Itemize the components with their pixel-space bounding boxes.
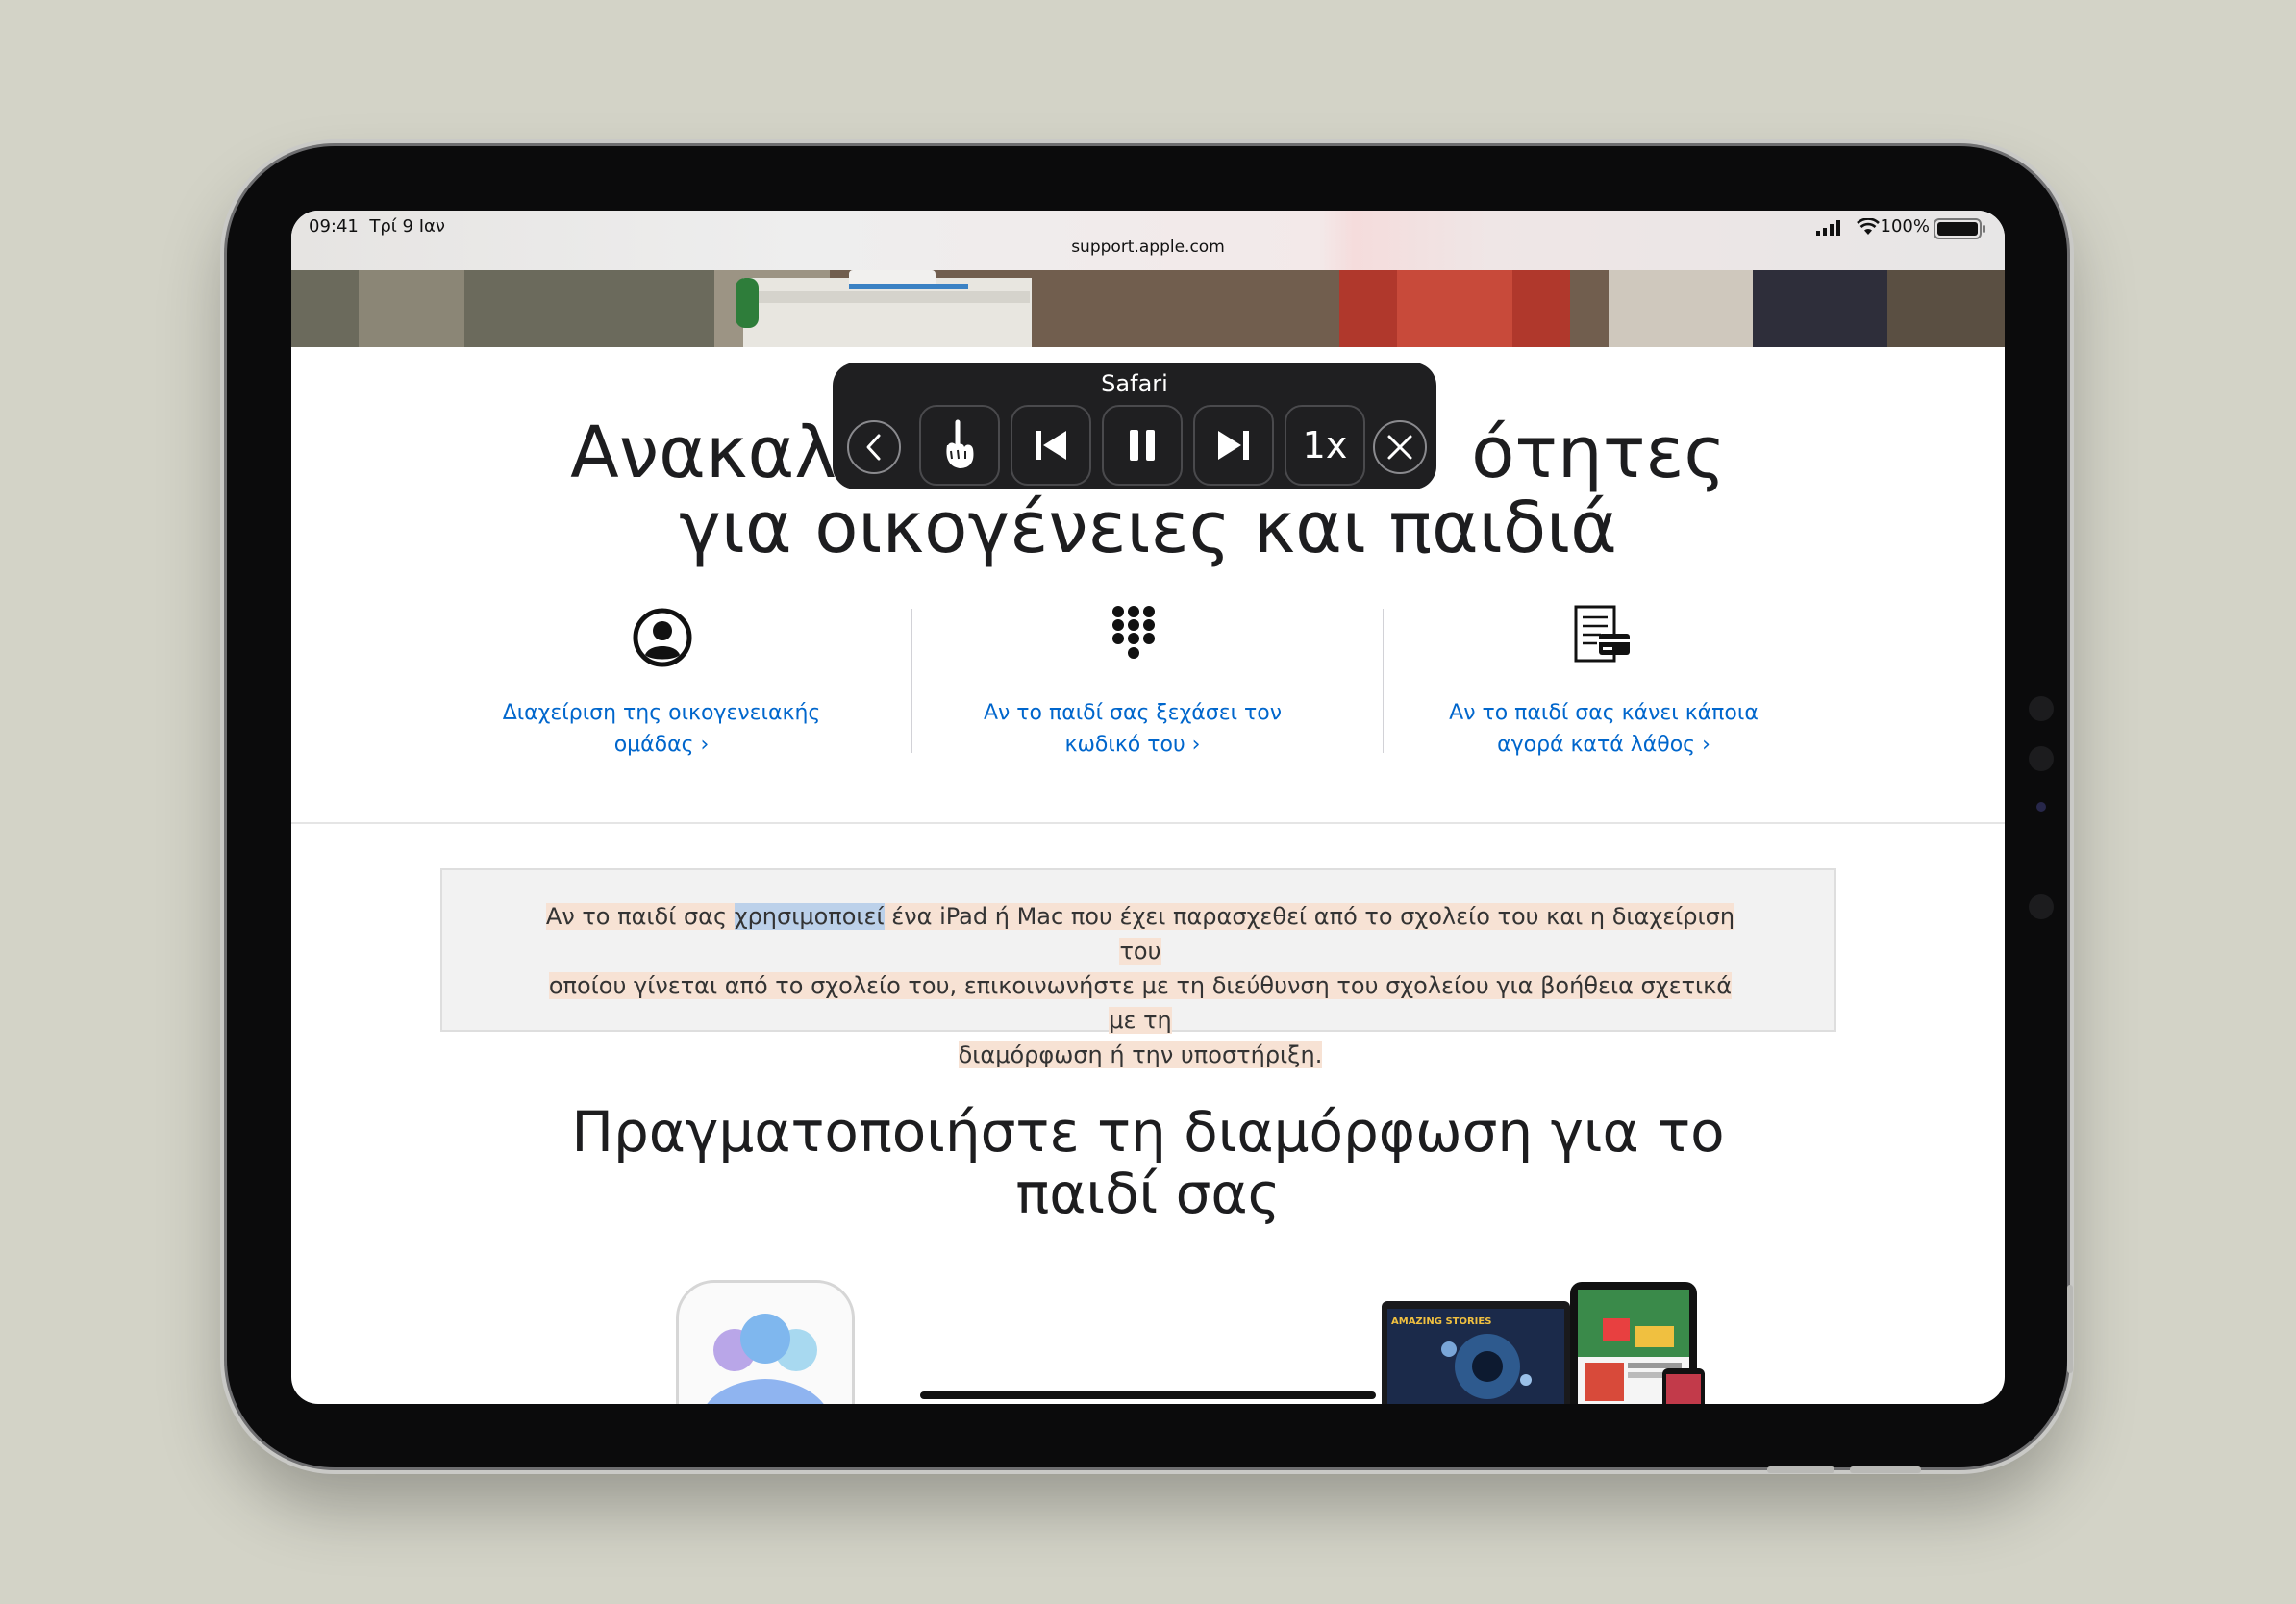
speed-button[interactable]: 1x bbox=[1285, 405, 1365, 486]
top-button bbox=[1850, 1466, 1921, 1473]
card-divider bbox=[911, 609, 912, 753]
home-indicator[interactable] bbox=[920, 1391, 1376, 1399]
keypad-icon bbox=[1112, 606, 1155, 659]
camera-lens bbox=[2036, 802, 2046, 812]
family-app-icon bbox=[676, 1280, 855, 1404]
side-button bbox=[2067, 1285, 2073, 1373]
link-family-group[interactable]: Διαχείριση της οικογενειακής ομάδας › bbox=[426, 697, 897, 761]
hero-image bbox=[291, 270, 2005, 347]
link-accidental-purchase[interactable]: Αν το παιδί σας κάνει κάποια αγορά κατά λ… bbox=[1368, 697, 1839, 761]
devices-image: AMAZING STORIES bbox=[1382, 1280, 1709, 1404]
screen: 09:41 Τρί 9 Ιαν 100% support.apple.com Α… bbox=[291, 211, 2005, 1404]
wifi-icon bbox=[1857, 218, 1880, 235]
close-button[interactable] bbox=[1373, 420, 1427, 474]
section-divider bbox=[291, 822, 2005, 824]
battery-percentage: 100% bbox=[1880, 216, 1930, 237]
card-divider bbox=[1383, 609, 1384, 753]
pause-button[interactable] bbox=[1102, 405, 1183, 486]
sensor bbox=[2029, 696, 2054, 721]
skip-back-button[interactable] bbox=[1011, 405, 1091, 486]
speak-controller-title: Safari bbox=[1101, 370, 1168, 397]
link-forgot-passcode[interactable]: Αν το παιδί σας ξεχάσει τον κωδικό του › bbox=[897, 697, 1368, 761]
collapse-button[interactable] bbox=[847, 420, 901, 474]
devices-image-caption: AMAZING STORIES bbox=[1391, 1316, 1492, 1327]
section-heading: Πραγματοποιήστε τη διαμόρφωση για το παιδ… bbox=[571, 1099, 1725, 1226]
battery-icon bbox=[1934, 218, 1985, 239]
address-bar-url[interactable]: support.apple.com bbox=[291, 238, 2005, 257]
status-time: 09:41 Τρί 9 Ιαν bbox=[309, 216, 445, 237]
skip-back-icon bbox=[1036, 431, 1066, 460]
pause-icon bbox=[1130, 430, 1155, 461]
devices-illustration bbox=[1382, 1282, 1705, 1404]
skip-forward-icon bbox=[1218, 431, 1249, 460]
top-button bbox=[1767, 1466, 1834, 1473]
card-forgot-passcode: Αν το παιδί σας ξεχάσει τον κωδικό του › bbox=[897, 605, 1368, 757]
chevron-left-icon bbox=[866, 434, 881, 461]
skip-forward-button[interactable] bbox=[1193, 405, 1274, 486]
spoken-sentence: Αν το παιδί σας χρησιμοποιεί ένα iPad ή … bbox=[545, 903, 1735, 1068]
close-icon bbox=[1387, 435, 1412, 460]
card-icon-wrap bbox=[1368, 605, 1839, 672]
speak-controller: Safari 1x bbox=[833, 363, 1436, 489]
card-icon-wrap bbox=[426, 605, 897, 672]
status-bar: 09:41 Τρί 9 Ιαν 100% support.apple.com bbox=[291, 211, 2005, 270]
card-icon-wrap bbox=[897, 605, 1368, 672]
speak-under-finger-button[interactable] bbox=[919, 405, 1000, 486]
school-device-note: Αν το παιδί σας χρησιμοποιεί ένα iPad ή … bbox=[440, 868, 1836, 1068]
person-circle-icon bbox=[633, 608, 692, 667]
camera bbox=[2029, 746, 2054, 771]
family-people-icon bbox=[707, 1314, 824, 1404]
hand-pointing-icon bbox=[946, 419, 974, 468]
note-text: Αν το παιδί σας χρησιμοποιεί ένα iPad ή … bbox=[537, 899, 1744, 1072]
quick-links: Διαχείριση της οικογενειακής ομάδας › Αν … bbox=[426, 605, 1839, 757]
card-accidental-purchase: Αν το παιδί σας κάνει κάποια αγορά κατά λ… bbox=[1368, 605, 1839, 757]
receipt-card-icon bbox=[1574, 605, 1630, 663]
page-title-line2: για οικογένειες και παιδιά bbox=[679, 487, 1617, 569]
hero-photo bbox=[291, 270, 2005, 347]
card-family-group: Διαχείριση της οικογενειακής ομάδας › bbox=[426, 605, 897, 757]
sensor bbox=[2029, 894, 2054, 919]
cellular-signal-icon bbox=[1816, 220, 1840, 236]
spoken-word: χρησιμοποιεί bbox=[734, 903, 885, 930]
